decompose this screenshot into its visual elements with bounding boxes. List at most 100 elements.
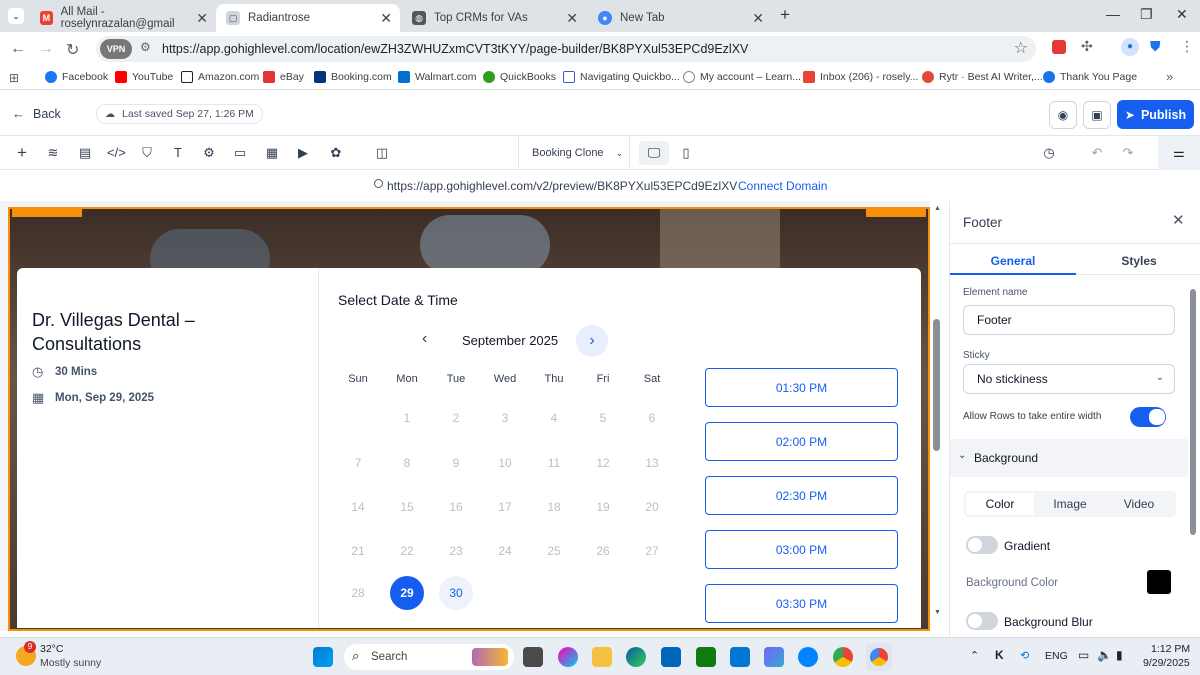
forward-icon[interactable]: →: [38, 40, 54, 58]
rows-width-toggle[interactable]: [1130, 407, 1166, 427]
scroll-down-icon[interactable]: ▼: [934, 609, 941, 616]
tray-network-icon[interactable]: ⟲: [1020, 649, 1029, 662]
file-explorer-icon[interactable]: [592, 647, 612, 667]
sticky-select[interactable]: No stickiness ⌄: [963, 364, 1175, 394]
code-icon[interactable]: </>: [107, 144, 126, 162]
back-icon[interactable]: ←: [10, 40, 26, 58]
save-button[interactable]: ▣: [1083, 101, 1111, 129]
bookmark-item[interactable]: Facebook: [45, 71, 108, 83]
extensions-puzzle-icon[interactable]: ✣: [1081, 38, 1093, 55]
layers-icon[interactable]: ≋: [44, 144, 62, 162]
tab-radiantrose[interactable]: ▢ Radiantrose ✕: [216, 4, 400, 32]
taskbar-search-box[interactable]: ⌕ Search: [344, 644, 514, 670]
time-slot-button[interactable]: 02:30 PM: [705, 476, 898, 515]
add-element-icon[interactable]: +: [13, 144, 31, 162]
scroll-up-icon[interactable]: ▲: [934, 205, 941, 212]
desktop-view-button[interactable]: 🖵: [639, 141, 669, 165]
menu-kebab-icon[interactable]: ⋮: [1180, 38, 1194, 55]
volume-icon[interactable]: 🔈: [1097, 648, 1112, 662]
text-icon[interactable]: T: [169, 144, 187, 162]
section-toolbar[interactable]: [12, 207, 82, 217]
terminal-icon[interactable]: ▶: [294, 144, 312, 162]
bg-tab-video[interactable]: Video: [1105, 493, 1173, 515]
seo-icon[interactable]: ▦: [263, 144, 281, 162]
connect-domain-link[interactable]: Connect Domain: [738, 179, 827, 193]
new-tab-button[interactable]: +: [780, 5, 790, 25]
url-text[interactable]: https://app.gohighlevel.com/location/ewZ…: [162, 42, 748, 56]
tab-new-tab[interactable]: ● New Tab ✕: [588, 4, 772, 32]
clock-time[interactable]: 1:12 PM: [1151, 643, 1190, 655]
bookmark-item[interactable]: YouTube: [115, 71, 173, 83]
calendar-day[interactable]: 30: [439, 576, 473, 610]
split-view-icon[interactable]: ◫: [373, 144, 391, 162]
bookmark-item[interactable]: QuickBooks: [483, 71, 556, 83]
tab-general[interactable]: General: [950, 247, 1076, 275]
mobile-view-button[interactable]: ▯: [676, 141, 696, 165]
bookmark-star-icon[interactable]: ☆: [1014, 38, 1028, 58]
weather-desc[interactable]: Mostly sunny: [40, 657, 101, 669]
gradient-toggle[interactable]: [966, 536, 998, 554]
bookmark-item[interactable]: Booking.com: [314, 71, 392, 83]
tab-gmail[interactable]: M All Mail - roselynrazalan@gmail ✕: [30, 4, 216, 32]
display-icon[interactable]: ▭: [1078, 648, 1089, 662]
settings-sliders-button[interactable]: ⚌: [1158, 136, 1200, 170]
tab-top-crms[interactable]: ◍ Top CRMs for VAs ✕: [402, 4, 586, 32]
task-view-icon[interactable]: [523, 647, 543, 667]
extension-icon[interactable]: [1052, 40, 1066, 54]
undo-icon[interactable]: ↶: [1088, 144, 1106, 162]
publish-button[interactable]: ➤ Publish: [1117, 100, 1194, 129]
time-slot-button[interactable]: 02:00 PM: [705, 422, 898, 461]
bg-tab-image[interactable]: Image: [1036, 493, 1104, 515]
history-icon[interactable]: ◷: [1040, 144, 1058, 162]
chrome-active-icon[interactable]: [866, 643, 892, 671]
close-tab-icon[interactable]: ✕: [752, 10, 764, 27]
outlook-icon[interactable]: [730, 647, 750, 667]
element-name-input[interactable]: Footer: [963, 305, 1175, 335]
site-info-icon[interactable]: ⚙: [140, 40, 151, 54]
tab-search-icon[interactable]: ⌄: [8, 8, 24, 24]
vpn-badge[interactable]: VPN: [100, 39, 132, 59]
omnibox[interactable]: VPN ⚙ https://app.gohighlevel.com/locati…: [96, 36, 1036, 62]
close-tab-icon[interactable]: ✕: [380, 10, 392, 27]
preview-eye-button[interactable]: ◉: [1049, 101, 1077, 129]
messenger-icon[interactable]: [798, 647, 818, 667]
scrollbar-thumb[interactable]: [933, 319, 940, 451]
shield-icon[interactable]: ⛊: [1150, 38, 1161, 55]
time-slot-button[interactable]: 03:00 PM: [705, 530, 898, 569]
bookmark-item[interactable]: eBay: [263, 71, 304, 83]
redo-icon[interactable]: ↷: [1119, 144, 1137, 162]
bg-tab-color[interactable]: Color: [966, 493, 1034, 515]
battery-icon[interactable]: ▮: [1116, 648, 1123, 662]
close-panel-icon[interactable]: ✕: [1172, 211, 1185, 229]
more-bookmarks-button[interactable]: »: [1166, 69, 1173, 84]
palette-icon[interactable]: ✿: [327, 144, 345, 162]
close-tab-icon[interactable]: ✕: [566, 10, 578, 27]
bookmark-item[interactable]: Thank You Page: [1043, 71, 1137, 83]
profile-avatar[interactable]: ●: [1121, 38, 1139, 56]
windows-start-icon[interactable]: [313, 647, 333, 667]
reload-icon[interactable]: ↻: [66, 40, 79, 60]
edge-icon[interactable]: [626, 647, 646, 667]
language-indicator[interactable]: ENG: [1045, 650, 1068, 662]
blur-toggle[interactable]: [966, 612, 998, 630]
time-slot-button[interactable]: 01:30 PM: [705, 368, 898, 407]
back-button[interactable]: ← Back: [12, 106, 61, 121]
bookmark-item[interactable]: Walmart.com: [398, 71, 476, 83]
preview-url[interactable]: https://app.gohighlevel.com/v2/preview/B…: [387, 179, 737, 193]
next-month-button[interactable]: ›: [576, 325, 608, 357]
bookmark-item[interactable]: Rytr · Best AI Writer,...: [922, 71, 1043, 83]
xbox-icon[interactable]: [696, 647, 716, 667]
integrations-icon[interactable]: ⚙: [200, 144, 218, 162]
tab-styles[interactable]: Styles: [1076, 247, 1200, 275]
bookmark-item[interactable]: Navigating Quickbo...: [563, 71, 680, 83]
maximize-icon[interactable]: ❐: [1140, 6, 1153, 23]
bookmark-item[interactable]: My account – Learn...: [683, 71, 801, 83]
copilot-icon[interactable]: [558, 647, 578, 667]
apps-grid-icon[interactable]: ⊞: [9, 71, 19, 85]
close-window-icon[interactable]: ✕: [1176, 6, 1188, 23]
tray-chevron-icon[interactable]: ⌃: [970, 649, 979, 662]
app-icon[interactable]: [764, 647, 784, 667]
section-actions[interactable]: [866, 207, 926, 217]
background-section-header[interactable]: ⌄ Background: [950, 439, 1188, 477]
prev-month-icon[interactable]: ‹: [422, 330, 427, 348]
